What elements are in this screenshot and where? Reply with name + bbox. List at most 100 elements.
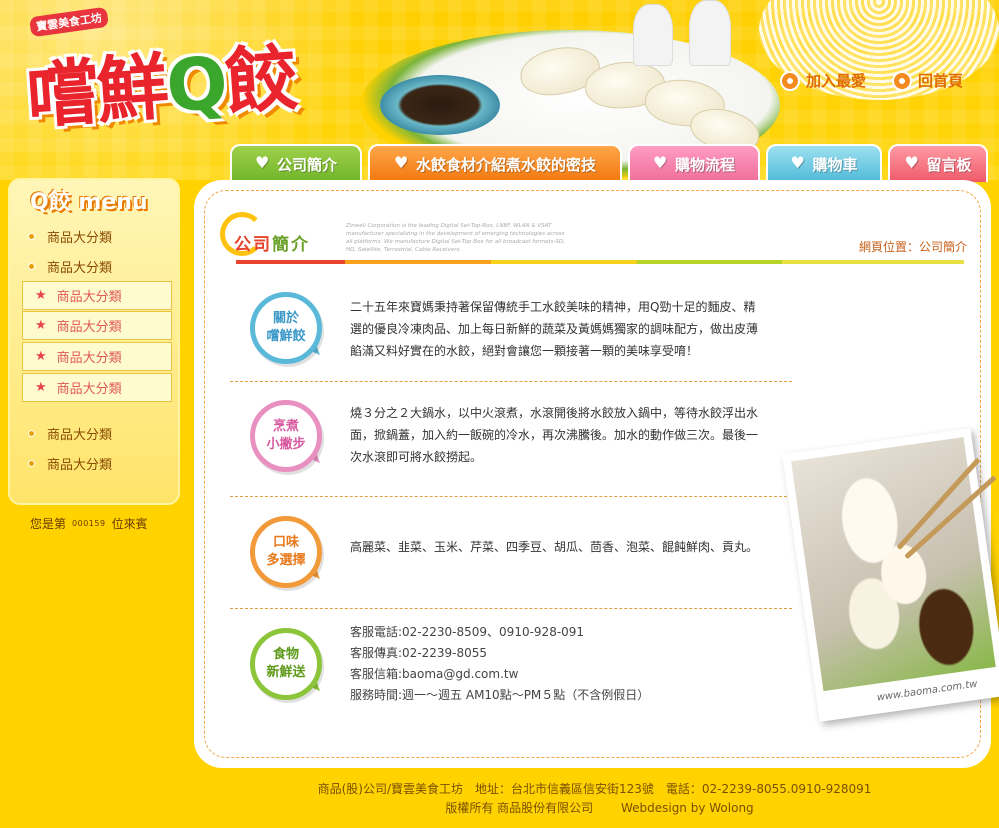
tab-shopping-cart[interactable]: 購物車: [766, 144, 882, 182]
sidebar-item-category[interactable]: 商品大分類: [22, 222, 182, 250]
tab-label: 公司簡介: [276, 155, 337, 174]
sauce-dish-image: [380, 75, 500, 135]
flower-icon: [892, 70, 913, 91]
heart-icon: [790, 153, 804, 172]
contact-email: 客服信箱:baoma@gd.com.tw: [350, 667, 519, 681]
tab-label: 水餃食材介紹煮水餃的密技: [415, 155, 596, 174]
sidebar-item-category[interactable]: 商品大分類: [22, 252, 182, 280]
tab-company-intro[interactable]: 公司簡介: [230, 144, 362, 182]
cooking-text: 燒３分之２大鍋水，以中火滾煮，水滾開後將水餃放入鍋中，等待水餃浮出水面，掀鍋蓋，…: [350, 406, 759, 464]
footer-copyright: 版權所有 商品股份有限公司 Webdesign by Wolong: [445, 801, 754, 815]
bullet-icon: [28, 232, 35, 240]
flower-icon: [780, 70, 800, 91]
tab-dumpling-tips[interactable]: 水餃食材介紹煮水餃的密技: [368, 144, 622, 182]
page-title-a: 公司: [234, 235, 272, 255]
sidebar-subitem-category[interactable]: ★ 商品大分類: [22, 342, 172, 371]
dumpling-photo: www.baoma.com.tw: [782, 428, 999, 722]
badge-circle: 關於 嚐鮮餃: [250, 292, 322, 364]
logo-text-q: Q: [163, 40, 229, 129]
star-icon: ★: [35, 349, 47, 364]
contact-phone: 客服電話:02-2230-8509、0910-928-091: [350, 625, 585, 639]
about-text: 二十五年來寶媽秉持著保留傳統手工水餃美味的精神，用Q勁十足的麵皮、精選的優良冷凍…: [350, 300, 759, 358]
badge-line1: 關於: [272, 311, 299, 326]
badge-circle: 食物 新鮮送: [250, 628, 322, 700]
sidebar-item-category[interactable]: 商品大分類: [22, 449, 182, 477]
add-favorite-label: 加入最愛: [806, 72, 867, 90]
footer-address: 商品(股)公司/寶雲美食工坊 地址：台北市信義區信安街123號 電話：02-22…: [317, 782, 872, 796]
flavors-badge: 口味 多選擇: [244, 512, 330, 592]
heart-icon: [394, 153, 408, 172]
bullet-icon: [28, 262, 35, 270]
add-favorite-link[interactable]: 加入最愛: [780, 70, 866, 91]
contact-fax: 客服傳真:02-2239-8055: [350, 646, 488, 660]
star-icon: ★: [35, 380, 47, 395]
sidebar-title: Q餃 menu: [30, 190, 148, 215]
page-title: 公司簡介: [234, 230, 310, 255]
badge-circle: 口味 多選擇: [250, 516, 322, 588]
badge-line2: 嚐鮮餃: [266, 329, 306, 344]
info-row-cooking: 烹煮 小撇步 燒３分之２大鍋水，以中火滾煮，水滾開後將水餃放入鍋中，等待水餃浮出…: [230, 392, 792, 496]
info-row-flavors: 口味 多選擇 高麗菜、韭菜、玉米、芹菜、四季豆、胡瓜、茴香、泡菜、餛飩鮮肉、貢丸…: [230, 508, 792, 608]
top-links: 加入最愛 回首頁: [780, 70, 963, 91]
tab-label: 留言板: [926, 155, 972, 174]
info-row-about: 關於 嚐鮮餃 二十五年來寶媽秉持著保留傳統手工水餃美味的精神，用Q勁十足的麵皮、…: [230, 284, 792, 380]
tab-message-board[interactable]: 留言板: [888, 144, 988, 182]
badge-line1: 食物: [272, 647, 299, 662]
contact-info: 客服電話:02-2230-8509、0910-928-091 客服傳真:02-2…: [350, 622, 762, 706]
home-label: 回首頁: [918, 72, 964, 90]
visitor-suffix: 位來賓: [111, 517, 148, 531]
sidebar-item-category[interactable]: 商品大分類: [22, 419, 182, 447]
sidebar-subitem-label: 商品大分類: [56, 382, 122, 397]
photo-caption: www.baoma.com.tw: [876, 678, 979, 704]
bullet-icon: [28, 459, 35, 467]
info-row-contact: 食物 新鮮送 客服電話:02-2230-8509、0910-928-091 客服…: [230, 618, 792, 728]
sidebar-subitem-label: 商品大分類: [56, 290, 122, 305]
sidebar-subitem-category[interactable]: ★ 商品大分類: [22, 373, 172, 402]
sidebar-subitem-category[interactable]: ★ 商品大分類: [22, 311, 172, 340]
row-divider: [230, 496, 792, 497]
sidebar-item-label: 商品大分類: [47, 260, 113, 276]
breadcrumb: 網頁位置：公司簡介: [858, 240, 967, 254]
sidebar-item-label: 商品大分類: [47, 230, 113, 246]
site-logo[interactable]: 嚐鮮Q餃: [23, 19, 299, 143]
badge-line1: 烹煮: [272, 419, 299, 434]
dumpling-photo-image: [791, 437, 997, 692]
badge-line2: 小撇步: [266, 437, 306, 452]
logo-text-b: 餃: [222, 35, 299, 125]
tab-label: 購物車: [812, 155, 858, 174]
star-icon: ★: [35, 318, 47, 333]
sidebar-item-label: 商品大分類: [47, 457, 113, 473]
footer: 商品(股)公司/寶雲美食工坊 地址：台北市信義區信安街123號 電話：02-22…: [0, 780, 999, 818]
title-divider: [236, 260, 964, 264]
star-icon: ★: [35, 288, 47, 303]
heart-icon: [255, 153, 269, 172]
salt-shaker-figures: [625, 0, 745, 70]
contact-hours: 服務時間:週一～週五 AM10點～PM５點（不含例假日）: [350, 688, 650, 702]
contact-badge: 食物 新鮮送: [244, 624, 330, 704]
visitor-count: 000159: [72, 519, 106, 528]
row-divider: [230, 608, 792, 609]
decorative-english-text: Zinwell Corporation is the leading Digit…: [346, 223, 565, 253]
page-title-b: 簡介: [272, 235, 310, 255]
cooking-badge: 烹煮 小撇步: [244, 396, 330, 476]
heart-icon: [904, 153, 918, 172]
sidebar-subitem-label: 商品大分類: [56, 320, 122, 335]
tab-label: 購物流程: [674, 155, 735, 174]
sidebar-menu: Q餃 menu 商品大分類 商品大分類 ★ 商品大分類 ★ 商品大分類 ★ 商品…: [8, 178, 180, 505]
logo-text-a: 嚐鮮: [23, 44, 170, 139]
sidebar-subitem-label: 商品大分類: [56, 351, 122, 366]
visitor-prefix: 您是第: [30, 517, 67, 531]
visitor-counter: 您是第 000159 位來賓: [30, 515, 148, 532]
about-badge: 關於 嚐鮮餃: [244, 288, 330, 368]
sidebar-item-label: 商品大分類: [47, 427, 113, 443]
tab-shopping-flow[interactable]: 購物流程: [628, 144, 760, 182]
sidebar-subitem-category[interactable]: ★ 商品大分類: [22, 281, 172, 310]
badge-line1: 口味: [272, 535, 299, 550]
badge-circle: 烹煮 小撇步: [250, 400, 322, 472]
home-link[interactable]: 回首頁: [892, 70, 963, 91]
heart-icon: [653, 153, 667, 172]
flavors-text: 高麗菜、韭菜、玉米、芹菜、四季豆、胡瓜、茴香、泡菜、餛飩鮮肉、貢丸。: [350, 540, 759, 554]
badge-line2: 多選擇: [266, 553, 306, 568]
bullet-icon: [28, 429, 35, 437]
row-divider: [230, 381, 792, 382]
